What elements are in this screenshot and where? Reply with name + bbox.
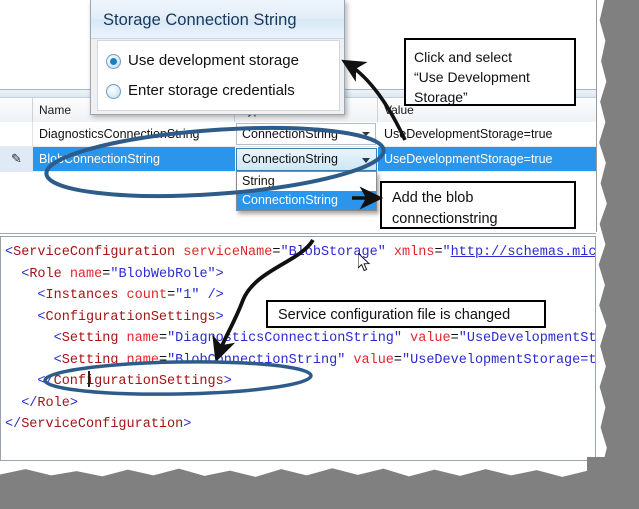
code-line: </ServiceConfiguration> xyxy=(5,417,192,432)
radio-use-development-storage[interactable]: Use development storage xyxy=(98,46,339,76)
type-combo-row1-text: ConnectionString xyxy=(242,127,338,141)
table-row[interactable]: DiagnosticsConnectionString UseDevelopme… xyxy=(0,122,596,147)
code-line: <Setting name="BlobConnectionString" val… xyxy=(53,352,596,368)
type-combo-dropdown-list[interactable]: String ConnectionString xyxy=(236,171,377,211)
chevron-down-icon[interactable] xyxy=(362,158,370,163)
xml-code-text: <ServiceConfiguration serviceName="BlobS… xyxy=(5,242,596,436)
row-value-cell[interactable]: UseDevelopmentStorage=true xyxy=(378,122,596,147)
row-value-cell[interactable]: UseDevelopmentStorage=true xyxy=(378,147,596,172)
xml-code-panel[interactable]: <ServiceConfiguration serviceName="BlobS… xyxy=(0,236,596,461)
pencil-icon: ✎ xyxy=(11,151,22,166)
callout-service-line1: Service configuration file is changed xyxy=(278,307,511,323)
screenshot-root: Name Type Value DiagnosticsConnectionStr… xyxy=(0,0,639,509)
storage-connection-string-dialog: Storage Connection String Use developmen… xyxy=(90,0,345,115)
row-name-cell[interactable]: BlobConnectionString xyxy=(33,147,235,172)
type-combo-row2[interactable]: ConnectionString xyxy=(236,148,377,171)
text-caret xyxy=(88,371,90,387)
radio-enter-storage-credentials[interactable]: Enter storage credentials xyxy=(98,76,339,106)
radio-on-icon[interactable] xyxy=(106,54,121,69)
dropdown-option-string[interactable]: String xyxy=(237,172,376,191)
torn-edge-bottom xyxy=(0,468,639,509)
callout-add-the-blob: Add the blob connectionstring xyxy=(380,181,576,229)
code-line: <Role name="BlobWebRole"> xyxy=(21,266,224,282)
callout-click-line2: “Use Development xyxy=(414,69,530,85)
callout-click-line3: Storage” xyxy=(414,89,468,105)
code-line: </ConfigurationSettings> xyxy=(37,374,232,389)
row-gutter xyxy=(0,122,33,147)
dialog-body: Use development storage Enter storage cr… xyxy=(97,40,340,111)
radio-off-icon[interactable] xyxy=(106,84,121,99)
code-line: <ServiceConfiguration serviceName="BlobS… xyxy=(5,245,596,260)
dropdown-option-connectionstring[interactable]: ConnectionString xyxy=(237,191,376,210)
code-line: </Role> xyxy=(21,395,78,411)
mouse-cursor-icon xyxy=(358,253,371,272)
dialog-title: Storage Connection String xyxy=(91,0,344,39)
row-gutter: ✎ xyxy=(0,147,33,172)
chevron-down-icon[interactable] xyxy=(362,132,370,136)
code-line: <Setting name="DiagnosticsConnectionStri… xyxy=(53,331,596,346)
callout-add-line2: connectionstring xyxy=(392,211,498,227)
radio-use-development-storage-label: Use development storage xyxy=(128,52,299,69)
callout-add-line1: Add the blob xyxy=(392,190,474,206)
torn-edge-corner xyxy=(587,457,639,509)
torn-edge-right xyxy=(598,0,639,509)
callout-click-line1: Click and select xyxy=(414,49,513,65)
type-combo-row1[interactable]: ConnectionString xyxy=(236,123,376,145)
callout-click-and-select: Click and select “Use Development Storag… xyxy=(404,38,576,106)
callout-service-config-changed: Service configuration file is changed xyxy=(266,300,546,328)
grid-header-gutter xyxy=(0,98,33,122)
radio-enter-storage-credentials-label: Enter storage credentials xyxy=(128,82,295,99)
row-name-cell[interactable]: DiagnosticsConnectionString xyxy=(33,122,235,147)
type-combo-row2-text: ConnectionString xyxy=(242,152,338,166)
